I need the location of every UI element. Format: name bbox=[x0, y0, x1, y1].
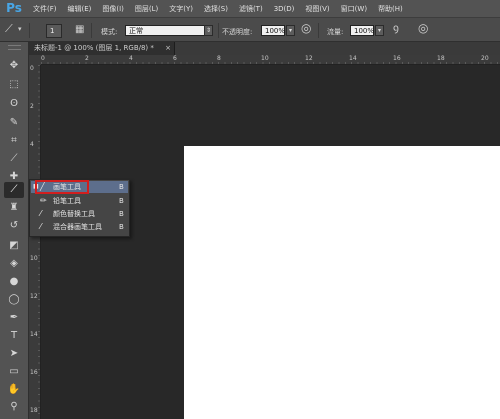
chevron-down-icon[interactable]: ▾ bbox=[286, 25, 295, 36]
flyout-item-label: 颜色替换工具 bbox=[53, 210, 95, 218]
move-icon[interactable]: ✥ bbox=[4, 58, 24, 74]
brush-icon[interactable]: ⟋ bbox=[4, 182, 24, 198]
shortcut-key: B bbox=[119, 197, 124, 205]
watermark-sub: jingyan.baidu.com bbox=[430, 400, 495, 408]
ruler-label: 4 bbox=[30, 141, 34, 148]
separator bbox=[218, 23, 219, 38]
panel-grip[interactable] bbox=[8, 45, 21, 50]
ruler-label: 2 bbox=[85, 55, 89, 62]
crop-icon[interactable]: ⌗ bbox=[4, 133, 24, 149]
ruler-label: 0 bbox=[41, 55, 45, 62]
color-replace-icon: ⁄ bbox=[40, 209, 42, 218]
opacity-label: 不透明度: bbox=[222, 28, 253, 36]
mixer-brush-icon: ⁄ bbox=[40, 222, 42, 231]
vertical-ruler[interactable]: 0 2 4 6 8 10 12 14 16 18 bbox=[29, 65, 41, 419]
ruler-label: 2 bbox=[30, 103, 34, 110]
flyout-item-label: 铅笔工具 bbox=[53, 197, 81, 205]
menu-type[interactable]: 文字(Y) bbox=[169, 4, 193, 14]
tools-panel: ✥ ⬚ ʘ ✎ ⌗ ⟋ ✚ ⟋ ♜ ↺ ◩ ◈ ● ◯ ✒ T ➤ ▭ ✋ ⚲ bbox=[0, 42, 29, 419]
close-icon[interactable]: × bbox=[165, 42, 171, 55]
ruler-label: 16 bbox=[393, 55, 401, 62]
hand-icon[interactable]: ✋ bbox=[4, 382, 24, 398]
pressure-size-icon[interactable]: ◎ bbox=[418, 22, 428, 34]
menu-bar: Ps 文件(F) 编辑(E) 图像(I) 图层(L) 文字(Y) 选择(S) 滤… bbox=[0, 0, 500, 17]
menu-edit[interactable]: 编辑(E) bbox=[68, 4, 92, 14]
ruler-label: 12 bbox=[30, 293, 38, 300]
brush-panel-icon[interactable]: ▦ bbox=[75, 24, 84, 36]
menu-view[interactable]: 视图(V) bbox=[305, 4, 329, 14]
brush-tool-preset-icon[interactable]: ⟋ bbox=[5, 23, 13, 35]
pencil-icon: ✏ bbox=[40, 196, 47, 205]
document-tab[interactable]: 未标题-1 @ 100% (图层 1, RGB/8) * × bbox=[29, 42, 175, 55]
lasso-icon[interactable]: ʘ bbox=[4, 96, 24, 112]
flyout-item-mixer-brush-tool[interactable]: ⁄ 混合器画笔工具 B bbox=[31, 221, 128, 233]
shape-icon[interactable]: ▭ bbox=[4, 364, 24, 380]
ruler-label: 18 bbox=[437, 55, 445, 62]
ruler-label: 12 bbox=[305, 55, 313, 62]
separator bbox=[91, 23, 92, 38]
watermark-main: Bai du 经验 bbox=[386, 377, 496, 401]
zoom-icon[interactable]: ⚲ bbox=[4, 399, 24, 415]
ruler-label: 6 bbox=[173, 55, 177, 62]
mode-label: 模式: bbox=[101, 28, 118, 36]
ruler-label: 14 bbox=[349, 55, 357, 62]
eraser-icon[interactable]: ◩ bbox=[4, 238, 24, 254]
menu-file[interactable]: 文件(F) bbox=[33, 4, 57, 14]
ruler-label: 18 bbox=[30, 407, 38, 414]
flyout-item-pencil-tool[interactable]: ✏ 铅笔工具 B bbox=[31, 195, 128, 207]
brush-size-picker[interactable]: 1 bbox=[46, 24, 62, 38]
document-tab-title: 未标题-1 @ 100% (图层 1, RGB/8) * bbox=[34, 44, 154, 52]
photoshop-logo: Ps bbox=[6, 1, 22, 15]
chevron-updown-icon[interactable]: ⇕ bbox=[204, 25, 213, 36]
ruler-origin[interactable] bbox=[29, 55, 41, 65]
menu-layer[interactable]: 图层(L) bbox=[135, 4, 158, 14]
menu-filter[interactable]: 滤镜(T) bbox=[239, 4, 263, 14]
document-tab-bar: 未标题-1 @ 100% (图层 1, RGB/8) * × bbox=[29, 42, 500, 55]
chevron-down-icon[interactable]: ▾ bbox=[375, 25, 384, 36]
shortcut-key: B bbox=[119, 210, 124, 218]
ruler-label: 4 bbox=[129, 55, 133, 62]
pressure-opacity-icon[interactable]: ◎ bbox=[301, 22, 311, 34]
ruler-label: 14 bbox=[30, 331, 38, 338]
separator bbox=[29, 23, 30, 38]
history-brush-icon[interactable]: ↺ bbox=[4, 218, 24, 234]
clone-stamp-icon[interactable]: ♜ bbox=[4, 200, 24, 216]
workspace[interactable] bbox=[41, 65, 500, 419]
opacity-input[interactable]: 100% bbox=[261, 25, 285, 36]
menu-window[interactable]: 窗口(W) bbox=[341, 4, 367, 14]
menu-3d[interactable]: 3D(D) bbox=[274, 5, 295, 13]
ruler-label: 20 bbox=[481, 55, 489, 62]
type-icon[interactable]: T bbox=[4, 328, 24, 344]
ruler-label: 16 bbox=[30, 369, 38, 376]
menu-help[interactable]: 帮助(H) bbox=[378, 4, 403, 14]
red-highlight-annotation bbox=[35, 180, 89, 194]
menu-select[interactable]: 选择(S) bbox=[204, 4, 228, 14]
ruler-label: 10 bbox=[261, 55, 269, 62]
pen-icon[interactable]: ✒ bbox=[4, 310, 24, 326]
path-select-icon[interactable]: ➤ bbox=[4, 346, 24, 362]
shortcut-key: B bbox=[119, 223, 124, 231]
airbrush-icon[interactable]: ꝯ bbox=[393, 23, 399, 35]
baidu-watermark: Bai du 经验 jingyan.baidu.com bbox=[386, 373, 496, 413]
flyout-item-label: 混合器画笔工具 bbox=[53, 223, 102, 231]
horizontal-ruler[interactable]: 0 2 4 6 8 10 12 14 16 18 20 bbox=[41, 55, 500, 65]
flyout-item-color-replacement-tool[interactable]: ⁄ 颜色替换工具 B bbox=[31, 208, 128, 220]
separator bbox=[318, 23, 319, 38]
options-bar: ⟋ ▾ 1 ▦ 模式: 正常 ⇕ 不透明度: 100% ▾ ◎ 流量: 100%… bbox=[0, 17, 500, 42]
blur-icon[interactable]: ● bbox=[4, 274, 24, 290]
menu-image[interactable]: 图像(I) bbox=[102, 4, 124, 14]
chevron-down-icon[interactable]: ▾ bbox=[18, 23, 22, 35]
ruler-label: 10 bbox=[30, 255, 38, 262]
dodge-icon[interactable]: ◯ bbox=[4, 292, 24, 308]
ruler-label: 8 bbox=[217, 55, 221, 62]
ruler-label: 0 bbox=[30, 65, 34, 72]
shortcut-key: B bbox=[119, 183, 124, 191]
mode-select[interactable]: 正常 bbox=[125, 25, 207, 36]
flow-input[interactable]: 100% bbox=[350, 25, 374, 36]
quick-select-icon[interactable]: ✎ bbox=[4, 115, 24, 131]
paint-bucket-icon[interactable]: ◈ bbox=[4, 256, 24, 272]
eyedropper-icon[interactable]: ⟋ bbox=[4, 151, 24, 167]
flow-label: 流量: bbox=[327, 28, 344, 36]
marquee-icon[interactable]: ⬚ bbox=[4, 77, 24, 93]
